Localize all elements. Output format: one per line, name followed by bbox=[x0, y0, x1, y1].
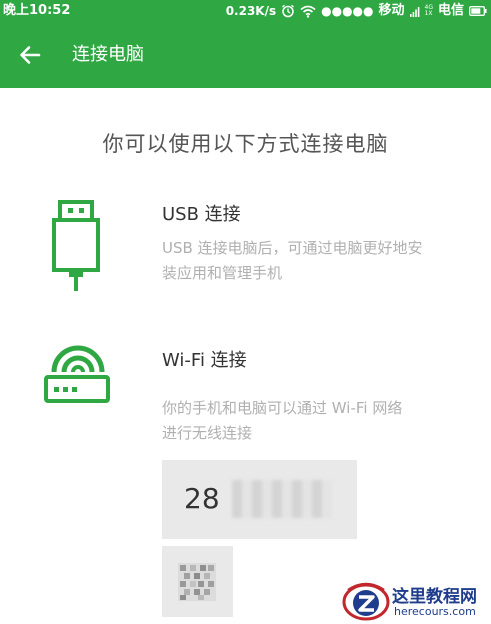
page-title: 连接电脑 bbox=[72, 44, 144, 65]
watermark-site: herecours.com bbox=[394, 605, 476, 618]
wifi-method-title: Wi-Fi 连接 bbox=[162, 350, 247, 371]
back-button[interactable] bbox=[14, 39, 46, 71]
battery-icon bbox=[469, 6, 487, 16]
qr-code-button[interactable] bbox=[162, 546, 233, 617]
watermark-title: 这里教程网 bbox=[392, 587, 477, 607]
usb-cable-icon bbox=[46, 200, 106, 296]
usb-method-title: USB 连接 bbox=[162, 204, 241, 225]
alarm-icon bbox=[281, 4, 295, 18]
status-bar: 晚上10:52 0.23K/s ●●●●● 移动 4G 1X 电信 bbox=[0, 0, 491, 22]
wifi-status-icon bbox=[300, 5, 316, 18]
carrier-telecom: 电信 bbox=[437, 3, 464, 18]
status-indicators: 0.23K/s ●●●●● 移动 4G 1X 电信 bbox=[226, 0, 487, 22]
wifi-router-icon bbox=[42, 337, 114, 411]
app-bar: 连接电脑 bbox=[0, 22, 491, 88]
watermark-logo-icon bbox=[342, 582, 390, 621]
arrow-left-icon bbox=[20, 46, 41, 64]
wifi-method-description: 你的手机和电脑可以通过 Wi-Fi 网络 进行无线连接 bbox=[162, 399, 403, 442]
signal-bars-icon bbox=[409, 5, 420, 17]
connection-code: 28 bbox=[184, 482, 220, 515]
signal-dots: ●●●●● bbox=[321, 4, 374, 18]
usb-method-description: USB 连接电脑后，可通过电脑更好地安 装应用和管理手机 bbox=[162, 239, 423, 282]
status-speed: 0.23K/s bbox=[225, 4, 277, 18]
connect-heading: 你可以使用以下方式连接电脑 bbox=[102, 132, 389, 156]
connection-code-box[interactable]: 28 bbox=[162, 460, 357, 539]
site-watermark: 这里教程网 herecours.com bbox=[342, 576, 491, 624]
status-time: 晚上10:52 bbox=[3, 3, 71, 18]
qr-code-icon bbox=[178, 563, 216, 601]
network-type: 4G 1X bbox=[424, 4, 433, 17]
carrier-mobile: 移动 bbox=[378, 3, 405, 18]
code-mosaic bbox=[232, 480, 332, 518]
